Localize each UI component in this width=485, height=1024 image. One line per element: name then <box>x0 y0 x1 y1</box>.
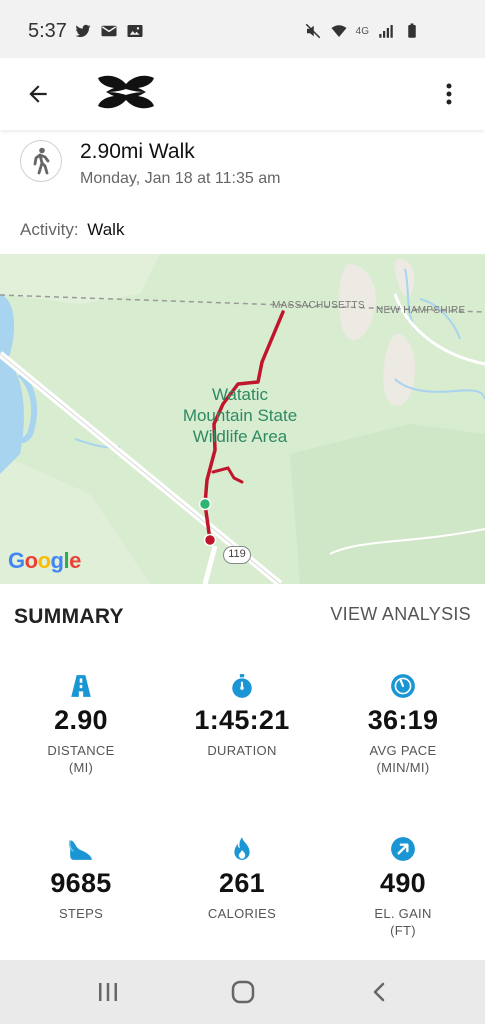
wifi-icon <box>331 25 347 37</box>
status-notifications <box>74 22 144 40</box>
activity-label: Activity: <box>20 220 79 239</box>
stat-label: CALORIES <box>207 906 277 921</box>
stat-label: EL. GAIN (FT) <box>374 906 432 938</box>
status-system: 4G <box>304 22 421 40</box>
route-map[interactable]: Watatic Mountain State Wildlife Area MAS… <box>0 254 485 584</box>
home-button[interactable] <box>227 976 259 1008</box>
shoe-icon <box>68 840 92 860</box>
network-type: 4G <box>355 25 369 37</box>
activity-row: Activity: Walk <box>20 220 124 240</box>
stat-label: DISTANCE (MI) <box>47 743 115 775</box>
stopwatch-icon <box>232 674 252 698</box>
stat-distance: 2.90 DISTANCE (MI) <box>1 673 161 776</box>
status-time: 5:37 <box>28 20 67 42</box>
gmail-icon <box>101 25 117 37</box>
stat-calories: 261 CALORIES <box>162 836 322 922</box>
recents-button[interactable] <box>92 976 124 1008</box>
workout-date: Monday, Jan 18 at 11:35 am <box>80 170 281 187</box>
activity-type-badge <box>20 140 62 182</box>
twitter-icon <box>75 24 91 38</box>
stat-value: 2.90 <box>54 705 108 735</box>
route-shield: 119 <box>223 546 251 564</box>
battery-icon <box>408 23 416 38</box>
image-icon <box>127 25 143 37</box>
view-analysis-button[interactable]: VIEW ANALYSIS <box>330 604 471 625</box>
under-armour-logo <box>96 72 156 112</box>
summary-heading: SUMMARY <box>14 605 124 628</box>
stat-value: 9685 <box>50 868 112 898</box>
mute-icon <box>305 23 320 39</box>
road-icon <box>71 675 91 697</box>
stat-label: AVG PACE (MIN/MI) <box>369 743 437 775</box>
stat-duration: 1:45:21 DURATION <box>162 673 322 759</box>
nav-back-icon <box>373 982 385 1002</box>
stat-label: STEPS <box>58 906 104 921</box>
signal-icon <box>379 25 393 38</box>
elevation-arrow-icon <box>391 837 415 861</box>
nav-back-button[interactable] <box>364 976 396 1008</box>
arrow-back-icon <box>29 85 47 103</box>
route-start-marker <box>198 497 212 511</box>
stat-value: 490 <box>380 868 426 898</box>
app-bar <box>0 58 485 130</box>
activity-value: Walk <box>87 220 125 239</box>
status-bar: 5:37 4G <box>0 0 485 58</box>
stat-value: 1:45:21 <box>194 705 290 735</box>
map-state-label-ma: MASSACHUSETTS <box>272 300 365 311</box>
stat-value: 261 <box>219 868 265 898</box>
map-state-label-nh: NEW HAMPSHIRE <box>376 305 466 316</box>
flame-icon <box>234 837 250 860</box>
google-attribution: Google <box>8 548 81 573</box>
stat-avg-pace: 36:19 AVG PACE (MIN/MI) <box>323 673 483 776</box>
more-options-button[interactable] <box>431 74 467 114</box>
route-end-marker <box>203 533 217 547</box>
more-vert-icon <box>446 83 452 105</box>
stat-value: 36:19 <box>367 705 439 735</box>
stat-steps: 9685 STEPS <box>1 836 161 922</box>
stat-label: DURATION <box>207 743 277 758</box>
workout-title: 2.90mi Walk <box>80 140 195 163</box>
home-icon <box>231 980 255 1004</box>
walking-person-icon <box>33 147 50 175</box>
recents-icon <box>99 983 117 1001</box>
stat-elevation-gain: 490 EL. GAIN (FT) <box>323 836 483 939</box>
system-nav-bar <box>0 960 485 1024</box>
map-area-label: Watatic Mountain State Wildlife Area <box>182 385 298 446</box>
back-button[interactable] <box>20 76 56 112</box>
speedometer-icon <box>391 674 415 698</box>
